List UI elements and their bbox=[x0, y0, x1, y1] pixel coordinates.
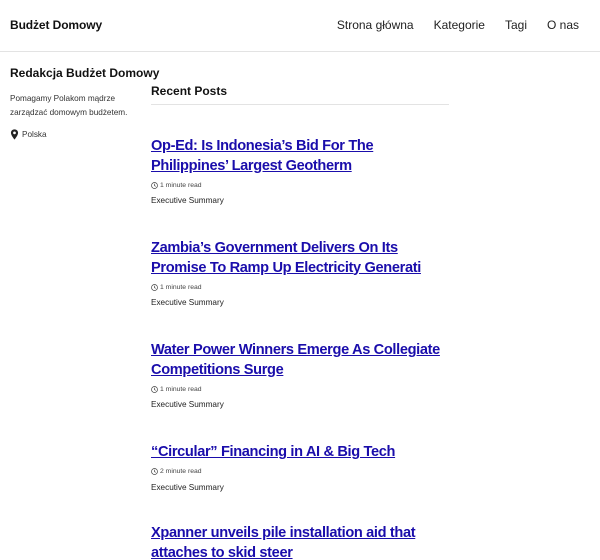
site-title-link[interactable]: Budżet Domowy bbox=[10, 18, 102, 32]
post-title-link[interactable]: “Circular” Financing in AI & Big Tech bbox=[151, 443, 449, 463]
section-title: Recent Posts bbox=[151, 84, 228, 98]
site-header: Budżet Domowy Strona główna Kategorie Ta… bbox=[0, 0, 600, 52]
author-bio: Pomagamy Polakom mądrze zarządzać domowy… bbox=[10, 94, 128, 117]
post-read-time: 1 minute read bbox=[160, 283, 202, 291]
post-item: Zambia’s Government Delivers On Its Prom… bbox=[151, 239, 449, 308]
post-read-time: 1 minute read bbox=[160, 385, 202, 393]
map-pin-icon bbox=[10, 129, 19, 140]
post-category-link[interactable]: Executive Summary bbox=[151, 400, 449, 410]
author-location: Polska bbox=[10, 129, 140, 140]
author-sidebar: Redakcja Budżet Domowy Pomagamy Polakom … bbox=[10, 66, 160, 140]
nav-link-categories[interactable]: Kategorie bbox=[434, 18, 485, 34]
post-meta: 1 minute read bbox=[151, 384, 449, 394]
post-category-link[interactable]: Executive Summary bbox=[151, 298, 449, 308]
post-item: Water Power Winners Emerge As Collegiate… bbox=[151, 341, 449, 410]
clock-icon bbox=[151, 283, 158, 291]
post-meta: 1 minute read bbox=[151, 180, 449, 190]
post-item: Xpanner unveils pile installation aid th… bbox=[151, 524, 449, 560]
clock-icon bbox=[151, 385, 158, 393]
author-name: Redakcja Budżet Domowy bbox=[10, 66, 160, 80]
main-content: Recent Posts Op-Ed: Is Indonesia’s Bid F… bbox=[151, 84, 449, 560]
clock-icon bbox=[151, 181, 158, 189]
post-title-link[interactable]: Op-Ed: Is Indonesia’s Bid For The Philip… bbox=[151, 137, 449, 176]
section-divider bbox=[151, 104, 449, 105]
post-item: Op-Ed: Is Indonesia’s Bid For The Philip… bbox=[151, 137, 449, 206]
post-title-link[interactable]: Zambia’s Government Delivers On Its Prom… bbox=[151, 239, 449, 278]
nav-link-about[interactable]: O nas bbox=[547, 18, 579, 34]
post-item: “Circular” Financing in AI & Big Tech 2 … bbox=[151, 443, 449, 493]
post-read-time: 1 minute read bbox=[160, 181, 202, 189]
post-read-time: 2 minute read bbox=[160, 468, 202, 475]
post-title-link[interactable]: Xpanner unveils pile installation aid th… bbox=[151, 524, 449, 560]
post-category-link[interactable]: Executive Summary bbox=[151, 196, 449, 206]
clock-icon bbox=[151, 468, 158, 475]
post-title-link[interactable]: Water Power Winners Emerge As Collegiate… bbox=[151, 341, 449, 380]
post-meta: 2 minute read bbox=[151, 467, 449, 477]
author-location-label: Polska bbox=[22, 130, 47, 139]
main-nav: Strona główna Kategorie Tagi O nas bbox=[337, 18, 600, 34]
post-category-link[interactable]: Executive Summary bbox=[151, 483, 449, 493]
post-meta: 1 minute read bbox=[151, 282, 449, 292]
nav-link-home[interactable]: Strona główna bbox=[337, 18, 414, 34]
nav-link-tags[interactable]: Tagi bbox=[505, 18, 527, 34]
